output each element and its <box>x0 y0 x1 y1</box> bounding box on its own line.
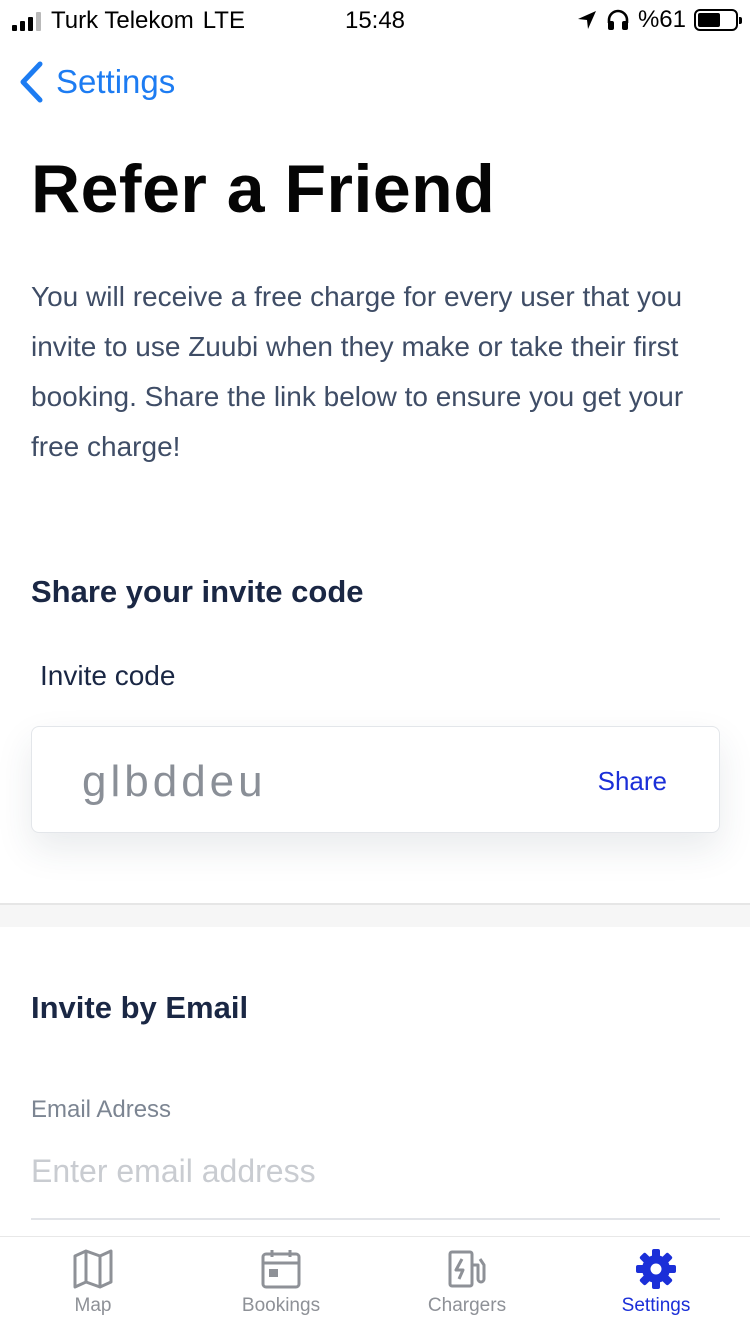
calendar-icon <box>261 1250 301 1289</box>
email-input[interactable] <box>31 1146 720 1196</box>
chevron-left-icon <box>20 61 43 103</box>
refer-a-friend-screen: Turk Telekom LTE 15:48 %61 Settings Refe… <box>0 0 750 1334</box>
status-bar: Turk Telekom LTE 15:48 %61 <box>0 0 750 40</box>
back-button-label: Settings <box>56 63 176 100</box>
invite-code-label: Invite code <box>40 660 176 691</box>
share-button[interactable]: Share <box>598 766 667 797</box>
tab-chargers-label: Chargers <box>427 1295 507 1316</box>
section-divider <box>0 903 750 927</box>
email-input-underline <box>31 1218 720 1220</box>
status-right: %61 <box>576 6 742 34</box>
invite-code-value: glbddeu <box>82 757 267 806</box>
tab-map[interactable]: Map <box>23 1247 163 1317</box>
map-icon <box>73 1249 113 1289</box>
share-section-heading: Share your invite code <box>31 574 364 609</box>
tab-map-label: Map <box>74 1295 112 1316</box>
tab-bookings-label: Bookings <box>241 1295 321 1316</box>
tab-chargers[interactable]: Chargers <box>397 1247 537 1317</box>
email-field-label: Email Adress <box>31 1096 172 1123</box>
intro-text: You will receive a free charge for every… <box>31 281 684 462</box>
battery-icon <box>694 9 742 31</box>
page-title: Refer a Friend <box>31 151 496 227</box>
tab-settings-label: Settings <box>621 1295 691 1316</box>
battery-fill <box>698 13 720 27</box>
email-section-heading: Invite by Email <box>31 990 249 1025</box>
headphones-icon <box>607 9 629 30</box>
battery-percentage: %61 <box>637 6 686 33</box>
charger-icon <box>448 1250 486 1288</box>
gear-icon <box>636 1249 676 1289</box>
back-button[interactable]: Settings <box>18 60 175 104</box>
tab-settings[interactable]: Settings <box>586 1247 726 1317</box>
tab-bookings[interactable]: Bookings <box>211 1247 351 1317</box>
tab-bar: Map Bookings Chargers Settings <box>0 1236 750 1334</box>
location-arrow-icon <box>577 11 596 29</box>
invite-code-card: glbddeu Share <box>31 726 720 833</box>
